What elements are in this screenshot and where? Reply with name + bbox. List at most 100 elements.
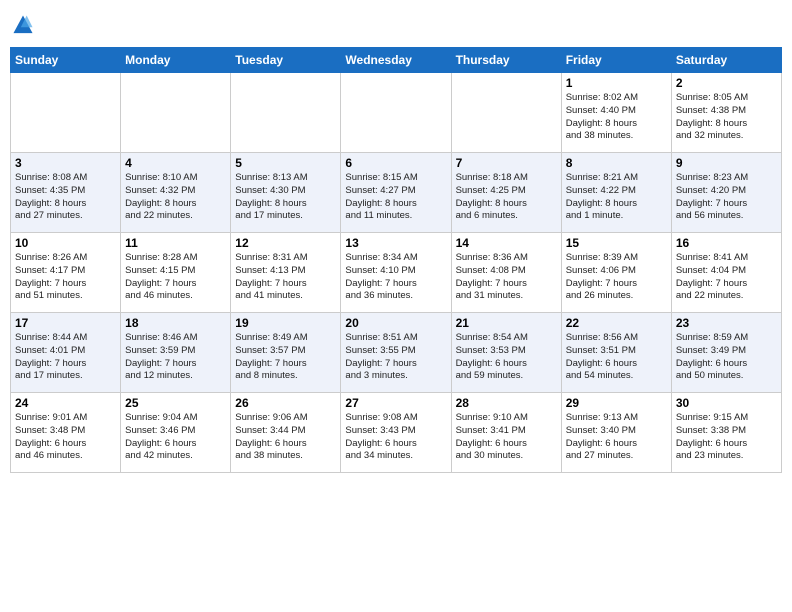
day-info: Sunrise: 8:21 AM Sunset: 4:22 PM Dayligh…	[566, 172, 667, 223]
day-info: Sunrise: 9:10 AM Sunset: 3:41 PM Dayligh…	[456, 412, 557, 463]
calendar-cell: 20Sunrise: 8:51 AM Sunset: 3:55 PM Dayli…	[341, 313, 451, 393]
calendar-cell	[121, 73, 231, 153]
day-info: Sunrise: 8:28 AM Sunset: 4:15 PM Dayligh…	[125, 252, 226, 303]
calendar-cell: 15 Sunrise: 8:39 AM Sunset: 4:06 PM Dayli…	[561, 233, 671, 313]
day-info: Sunrise: 9:13 AM Sunset: 3:40 PM Dayligh…	[566, 412, 667, 463]
calendar-cell: 1 Sunrise: 8:02 AM Sunset: 4:40 PM Daylig…	[561, 73, 671, 153]
calendar-cell: 18 Sunrise: 8:46 AM Sunset: 3:59 PM Dayli…	[121, 313, 231, 393]
calendar-cell: 4 Sunrise: 8:10 AM Sunset: 4:32 PM Daylig…	[121, 153, 231, 233]
day-number: 23	[676, 316, 777, 330]
calendar-day-header: Thursday	[451, 48, 561, 73]
day-number: 11	[125, 236, 226, 250]
calendar-cell: 16 Sunrise: 8:41 AM Sunset: 4:04 PM Dayli…	[671, 233, 781, 313]
day-number: 25	[125, 396, 226, 410]
calendar-day-header: Sunday	[11, 48, 121, 73]
day-number: 15	[566, 236, 667, 250]
day-info: Sunrise: 8:26 AM Sunset: 4:17 PM Dayligh…	[15, 252, 116, 303]
day-info: Sunrise: 8:41 AM Sunset: 4:04 PM Dayligh…	[676, 252, 777, 303]
calendar-cell	[231, 73, 341, 153]
day-number: 12	[235, 236, 336, 250]
logo-icon	[12, 14, 34, 36]
day-number: 26	[235, 396, 336, 410]
day-info: Sunrise: 8:46 AM Sunset: 3:59 PM Dayligh…	[125, 332, 226, 383]
day-number: 21	[456, 316, 557, 330]
day-info: Sunrise: 8:34 AM Sunset: 4:10 PM Dayligh…	[345, 252, 446, 303]
calendar-cell: 17Sunrise: 8:44 AM Sunset: 4:01 PM Dayli…	[11, 313, 121, 393]
calendar-cell: 8 Sunrise: 8:21 AM Sunset: 4:22 PM Daylig…	[561, 153, 671, 233]
day-info: Sunrise: 8:54 AM Sunset: 3:53 PM Dayligh…	[456, 332, 557, 383]
day-info: Sunrise: 8:23 AM Sunset: 4:20 PM Dayligh…	[676, 172, 777, 223]
calendar-day-header: Wednesday	[341, 48, 451, 73]
day-number: 18	[125, 316, 226, 330]
calendar-cell: 6 Sunrise: 8:15 AM Sunset: 4:27 PM Daylig…	[341, 153, 451, 233]
day-number: 8	[566, 156, 667, 170]
day-number: 9	[676, 156, 777, 170]
day-number: 14	[456, 236, 557, 250]
calendar-cell: 10Sunrise: 8:26 AM Sunset: 4:17 PM Dayli…	[11, 233, 121, 313]
day-number: 22	[566, 316, 667, 330]
calendar-week-row: 3Sunrise: 8:08 AM Sunset: 4:35 PM Daylig…	[11, 153, 782, 233]
logo	[10, 14, 34, 41]
calendar-cell: 14 Sunrise: 8:36 AM Sunset: 4:08 PM Dayli…	[451, 233, 561, 313]
calendar-cell: 13 Sunrise: 8:34 AM Sunset: 4:10 PM Dayli…	[341, 233, 451, 313]
day-info: Sunrise: 8:39 AM Sunset: 4:06 PM Dayligh…	[566, 252, 667, 303]
calendar-header-row: SundayMondayTuesdayWednesdayThursdayFrid…	[11, 48, 782, 73]
calendar-cell	[11, 73, 121, 153]
calendar-cell: 12 Sunrise: 8:31 AM Sunset: 4:13 PM Dayli…	[231, 233, 341, 313]
day-info: Sunrise: 8:15 AM Sunset: 4:27 PM Dayligh…	[345, 172, 446, 223]
calendar-cell: 2Sunrise: 8:05 AM Sunset: 4:38 PM Daylig…	[671, 73, 781, 153]
day-info: Sunrise: 8:36 AM Sunset: 4:08 PM Dayligh…	[456, 252, 557, 303]
day-number: 28	[456, 396, 557, 410]
calendar-cell: 25 Sunrise: 9:04 AM Sunset: 3:46 PM Dayli…	[121, 393, 231, 473]
day-info: Sunrise: 9:06 AM Sunset: 3:44 PM Dayligh…	[235, 412, 336, 463]
day-info: Sunrise: 8:56 AM Sunset: 3:51 PM Dayligh…	[566, 332, 667, 383]
day-info: Sunrise: 8:10 AM Sunset: 4:32 PM Dayligh…	[125, 172, 226, 223]
day-info: Sunrise: 8:02 AM Sunset: 4:40 PM Dayligh…	[566, 92, 667, 143]
calendar-week-row: 17Sunrise: 8:44 AM Sunset: 4:01 PM Dayli…	[11, 313, 782, 393]
day-number: 13	[345, 236, 446, 250]
calendar-cell	[451, 73, 561, 153]
calendar-cell: 21 Sunrise: 8:54 AM Sunset: 3:53 PM Dayli…	[451, 313, 561, 393]
day-number: 17	[15, 316, 116, 330]
day-info: Sunrise: 8:49 AM Sunset: 3:57 PM Dayligh…	[235, 332, 336, 383]
calendar-cell: 27 Sunrise: 9:08 AM Sunset: 3:43 PM Dayli…	[341, 393, 451, 473]
calendar-week-row: 10Sunrise: 8:26 AM Sunset: 4:17 PM Dayli…	[11, 233, 782, 313]
day-number: 6	[345, 156, 446, 170]
day-number: 4	[125, 156, 226, 170]
calendar-week-row: 1 Sunrise: 8:02 AM Sunset: 4:40 PM Daylig…	[11, 73, 782, 153]
day-number: 1	[566, 76, 667, 90]
calendar-cell: 29Sunrise: 9:13 AM Sunset: 3:40 PM Dayli…	[561, 393, 671, 473]
day-number: 2	[676, 76, 777, 90]
calendar-cell: 5 Sunrise: 8:13 AM Sunset: 4:30 PM Daylig…	[231, 153, 341, 233]
day-info: Sunrise: 9:04 AM Sunset: 3:46 PM Dayligh…	[125, 412, 226, 463]
day-number: 16	[676, 236, 777, 250]
calendar-cell: 24Sunrise: 9:01 AM Sunset: 3:48 PM Dayli…	[11, 393, 121, 473]
calendar-day-header: Saturday	[671, 48, 781, 73]
day-info: Sunrise: 8:59 AM Sunset: 3:49 PM Dayligh…	[676, 332, 777, 383]
day-number: 5	[235, 156, 336, 170]
calendar-cell: 7 Sunrise: 8:18 AM Sunset: 4:25 PM Daylig…	[451, 153, 561, 233]
calendar-cell: 23 Sunrise: 8:59 AM Sunset: 3:49 PM Dayli…	[671, 313, 781, 393]
calendar-cell: 19 Sunrise: 8:49 AM Sunset: 3:57 PM Dayli…	[231, 313, 341, 393]
day-number: 27	[345, 396, 446, 410]
day-number: 7	[456, 156, 557, 170]
day-info: Sunrise: 9:15 AM Sunset: 3:38 PM Dayligh…	[676, 412, 777, 463]
page-header	[10, 10, 782, 41]
day-number: 30	[676, 396, 777, 410]
calendar-cell: 9 Sunrise: 8:23 AM Sunset: 4:20 PM Daylig…	[671, 153, 781, 233]
day-number: 20	[345, 316, 446, 330]
day-number: 19	[235, 316, 336, 330]
calendar-cell: 11 Sunrise: 8:28 AM Sunset: 4:15 PM Dayli…	[121, 233, 231, 313]
calendar-cell: 3Sunrise: 8:08 AM Sunset: 4:35 PM Daylig…	[11, 153, 121, 233]
day-info: Sunrise: 8:08 AM Sunset: 4:35 PM Dayligh…	[15, 172, 116, 223]
calendar-week-row: 24Sunrise: 9:01 AM Sunset: 3:48 PM Dayli…	[11, 393, 782, 473]
day-number: 24	[15, 396, 116, 410]
day-info: Sunrise: 9:08 AM Sunset: 3:43 PM Dayligh…	[345, 412, 446, 463]
day-info: Sunrise: 8:13 AM Sunset: 4:30 PM Dayligh…	[235, 172, 336, 223]
calendar-cell	[341, 73, 451, 153]
calendar-day-header: Tuesday	[231, 48, 341, 73]
calendar-cell: 22 Sunrise: 8:56 AM Sunset: 3:51 PM Dayli…	[561, 313, 671, 393]
day-info: Sunrise: 8:31 AM Sunset: 4:13 PM Dayligh…	[235, 252, 336, 303]
calendar-table: SundayMondayTuesdayWednesdayThursdayFrid…	[10, 47, 782, 473]
day-info: Sunrise: 8:18 AM Sunset: 4:25 PM Dayligh…	[456, 172, 557, 223]
